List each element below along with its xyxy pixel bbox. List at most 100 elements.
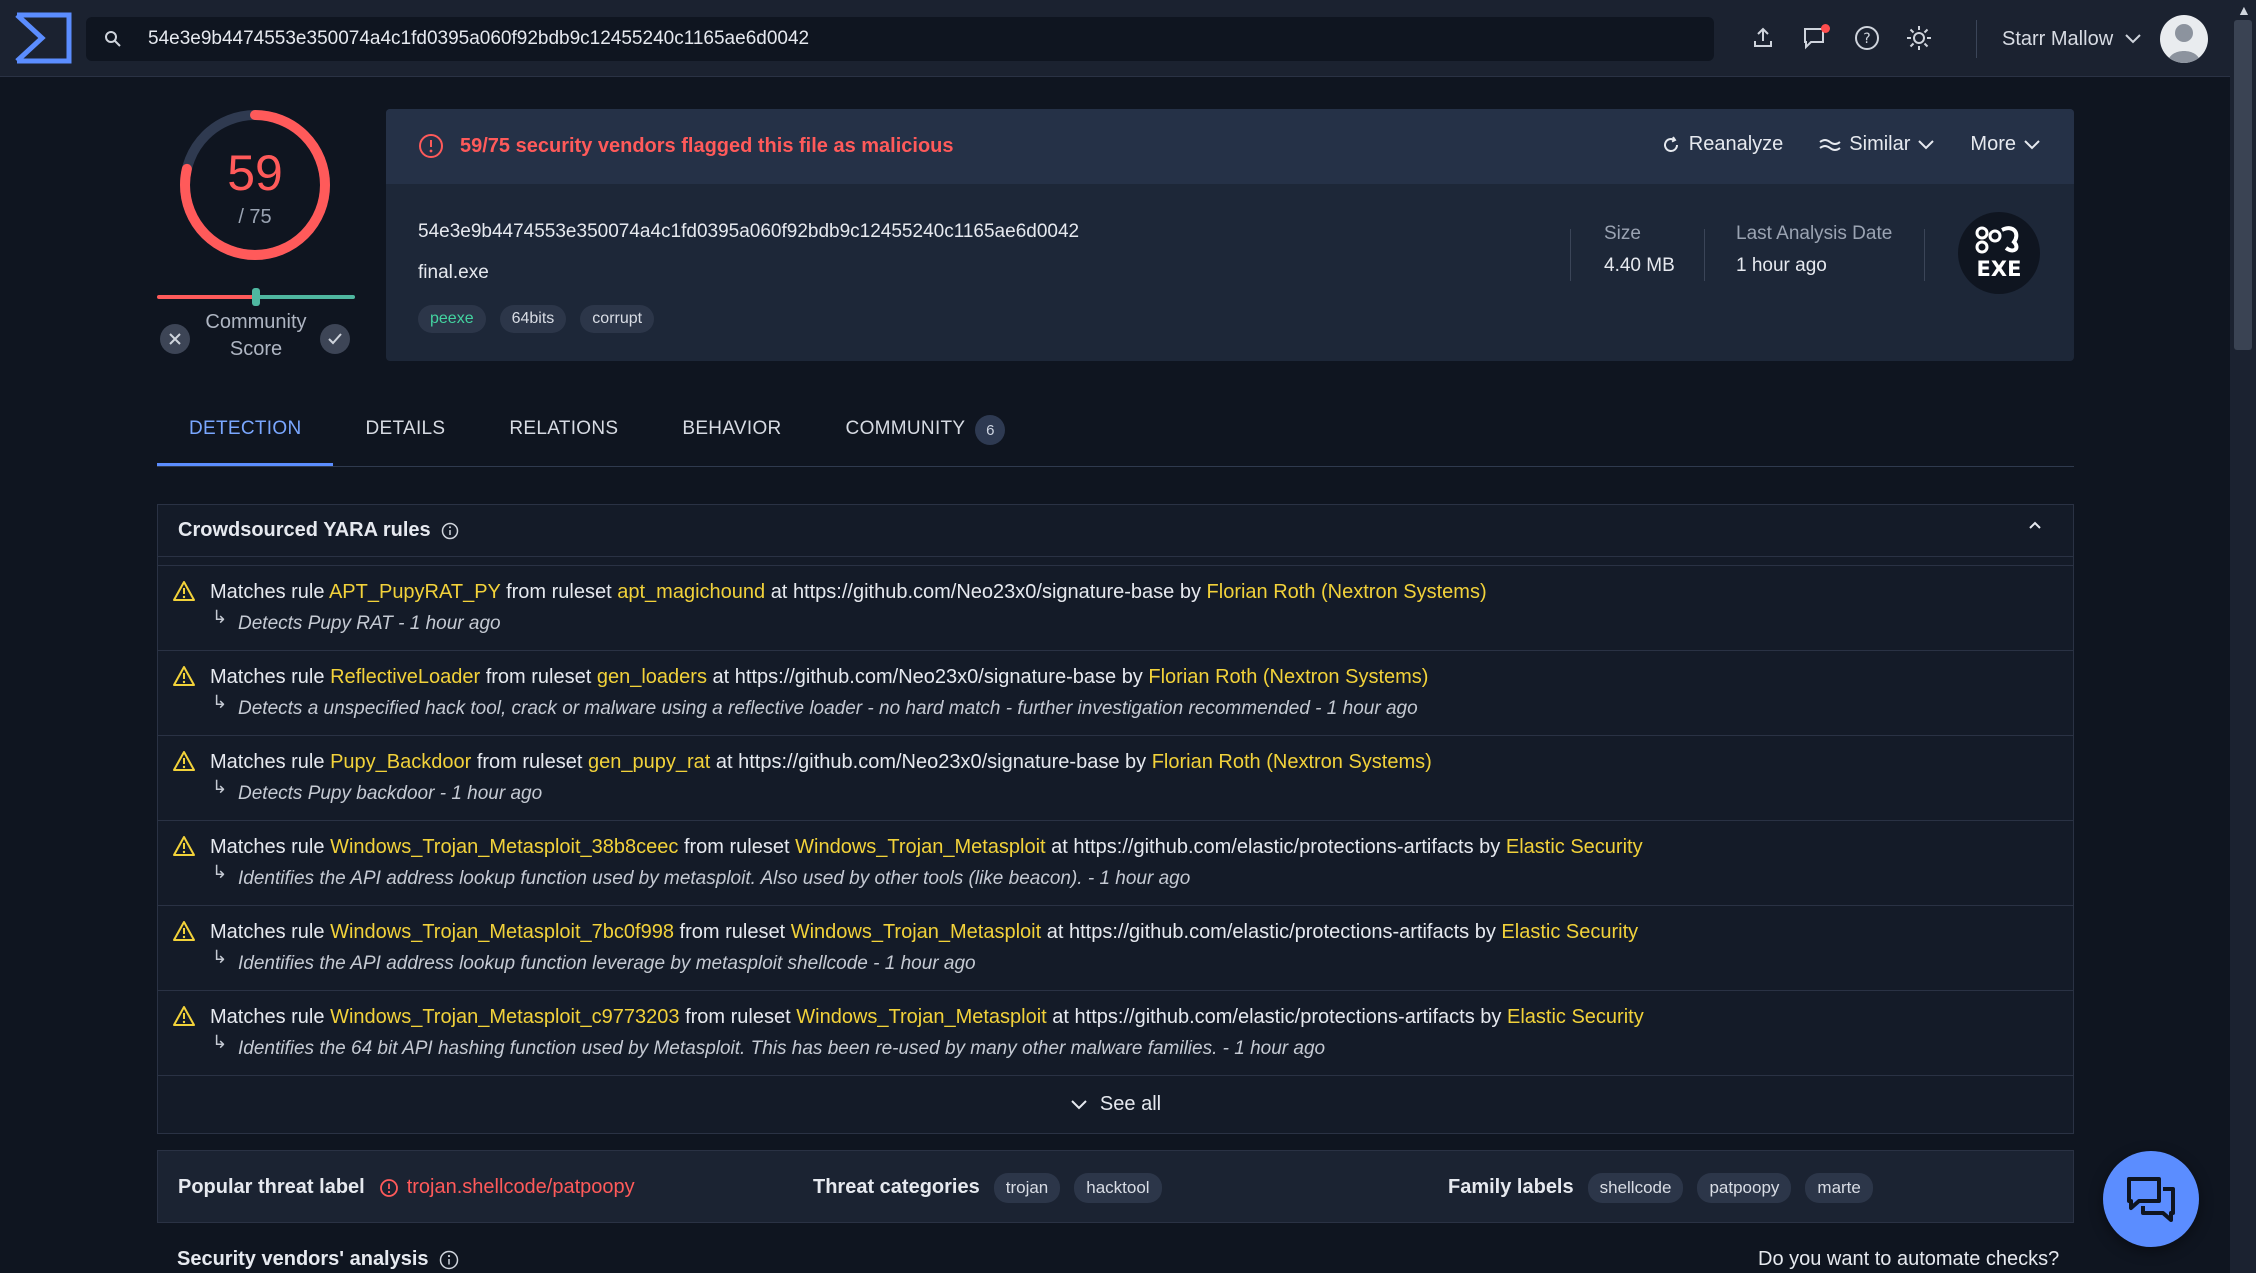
logo-icon[interactable] [14,12,72,64]
scrollbar[interactable]: ▲ [2230,0,2256,1273]
upload-icon[interactable] [1748,20,1778,56]
tag-64bits[interactable]: 64bits [499,305,567,333]
scroll-up-icon[interactable]: ▲ [2237,2,2251,18]
user-menu[interactable]: Starr Mallow [2002,20,2141,58]
ruleset-link[interactable]: Windows_Trojan_Metasploit [796,1006,1046,1028]
yara-rule-list: Matches rule APT_PupyRAT_PY from ruleset… [158,565,2073,1076]
rule-author-link[interactable]: Elastic Security [1501,921,1638,943]
tab-bar: DETECTION DETAILS RELATIONS BEHAVIOR COM… [157,408,2074,467]
ruleset-link[interactable]: Windows_Trojan_Metasploit [791,921,1041,943]
rule-author-link[interactable]: Elastic Security [1507,1006,1644,1028]
rule-name-link[interactable]: APT_PupyRAT_PY [329,581,501,603]
rule-name-link[interactable]: Windows_Trojan_Metasploit_c9773203 [330,1006,679,1028]
rule-name-link[interactable]: Pupy_Backdoor [330,751,471,773]
category-chip[interactable]: trojan [993,1172,1061,1203]
yara-rules-section: Crowdsourced YARA rules Matches rule APT… [157,504,2074,1134]
rule-source: https://github.com/Neo23x0/signature-bas… [792,581,1175,603]
family-chip[interactable]: shellcode [1587,1172,1684,1203]
refresh-icon [1663,135,1678,152]
close-icon [169,333,181,345]
rule-name-link[interactable]: ReflectiveLoader [330,666,480,688]
sub-arrow-icon: ↳ [212,692,228,712]
section-title: Crowdsourced YARA rules [178,519,431,541]
chevron-down-icon [2024,139,2040,149]
warning-icon [173,836,195,856]
svg-text:?: ? [1863,31,1870,47]
rule-name-link[interactable]: Windows_Trojan_Metasploit_7bc0f998 [330,921,674,943]
sub-arrow-icon: ↳ [212,607,228,627]
file-tags: peexe 64bits corrupt [418,305,655,333]
tag-peexe[interactable]: peexe [418,305,486,333]
ruleset-link[interactable]: apt_magichound [617,581,765,603]
rule-author-link[interactable]: Florian Roth (Nextron Systems) [1148,666,1428,688]
sub-arrow-icon: ↳ [212,862,228,882]
last-analysis-date: Last Analysis Date 1 hour ago [1736,223,1893,276]
rule-author-link[interactable]: Elastic Security [1506,836,1643,858]
warning-icon [173,581,195,601]
rule-author-link[interactable]: Florian Roth (Nextron Systems) [1152,751,1432,773]
avatar[interactable] [2160,15,2208,63]
rule-source: https://github.com/elastic/protections-a… [1073,836,1474,858]
notification-icon[interactable] [1800,20,1830,56]
family-chip[interactable]: marte [1805,1172,1873,1203]
meta-divider [1570,229,1571,281]
popular-threat-value[interactable]: trojan.shellcode/patpoopy [379,1176,635,1199]
user-name: Starr Mallow [2002,27,2114,50]
yara-section-header[interactable]: Crowdsourced YARA rules [158,505,2073,557]
top-bar: ? Starr Mallow [0,0,2230,77]
more-button[interactable]: More [1970,133,2040,156]
rule-source: https://github.com/elastic/protections-a… [1068,921,1470,943]
ruleset-link[interactable]: Windows_Trojan_Metasploit [795,836,1045,858]
vote-down-button[interactable] [160,324,190,354]
tab-relations[interactable]: RELATIONS [477,408,650,466]
vote-up-button[interactable] [320,324,350,354]
sub-arrow-icon: ↳ [212,1032,228,1052]
similar-button[interactable]: Similar [1819,133,1935,156]
see-all-button[interactable]: See all [158,1076,2073,1132]
ruleset-link[interactable]: gen_pupy_rat [588,751,710,773]
yara-rule-row: Matches rule APT_PupyRAT_PY from ruleset… [158,566,2073,651]
community-score-marker [252,288,260,306]
chat-button[interactable] [2103,1151,2199,1247]
chevron-up-icon[interactable] [2027,520,2043,530]
yara-rule-row: Matches rule Windows_Trojan_Metasploit_c… [158,991,2073,1076]
notification-dot [1821,24,1830,33]
rule-author-link[interactable]: Florian Roth (Nextron Systems) [1207,581,1487,603]
file-type-label: EXE [1977,257,2022,281]
warning-icon [173,921,195,941]
rule-name-link[interactable]: Windows_Trojan_Metasploit_38b8ceec [330,836,678,858]
check-icon [328,333,342,345]
threat-categories: Threat categories trojan hacktool [813,1151,1162,1224]
family-chip[interactable]: patpoopy [1697,1172,1792,1203]
tab-detection[interactable]: DETECTION [157,408,334,466]
vendors-section-title: Security vendors' analysis [177,1248,459,1271]
info-icon[interactable] [439,1250,459,1270]
tab-behavior[interactable]: BEHAVIOR [650,408,813,466]
sub-arrow-icon: ↳ [212,947,228,967]
tag-corrupt[interactable]: corrupt [580,305,655,333]
detection-total: / 75 [238,206,272,228]
search-bar[interactable] [86,17,1714,61]
rule-source: https://github.com/Neo23x0/signature-bas… [734,666,1117,688]
sub-arrow-icon: ↳ [212,777,228,797]
tab-details[interactable]: DETAILS [333,408,477,466]
category-chip[interactable]: hacktool [1074,1172,1162,1203]
theme-icon[interactable] [1904,20,1934,56]
scrollbar-thumb[interactable] [2234,20,2252,350]
alert-banner: 59/75 security vendors flagged this file… [386,109,2074,184]
rule-match-line: Matches rule Pupy_Backdoor from ruleset … [210,751,1432,773]
detection-count: 59 [227,145,283,201]
tab-community[interactable]: COMMUNITY 6 [814,408,1038,466]
alert-circle-icon [379,1178,398,1197]
info-icon[interactable] [441,522,459,540]
rule-match-line: Matches rule ReflectiveLoader from rules… [210,666,1429,688]
chevron-down-icon [1071,1099,1087,1109]
ruleset-link[interactable]: gen_loaders [597,666,707,688]
search-input[interactable] [148,28,1648,50]
help-icon[interactable]: ? [1852,20,1882,56]
rule-description: Detects Pupy backdoor - 1 hour ago [238,783,543,804]
file-hash[interactable]: 54e3e9b4474553e350074a4c1fd0395a060f92bd… [418,221,1079,243]
reanalyze-button[interactable]: Reanalyze [1661,133,1783,156]
automate-checks-link[interactable]: Do you want to automate checks? [1758,1248,2059,1271]
rule-description: Identifies the API address lookup functi… [238,868,1191,889]
